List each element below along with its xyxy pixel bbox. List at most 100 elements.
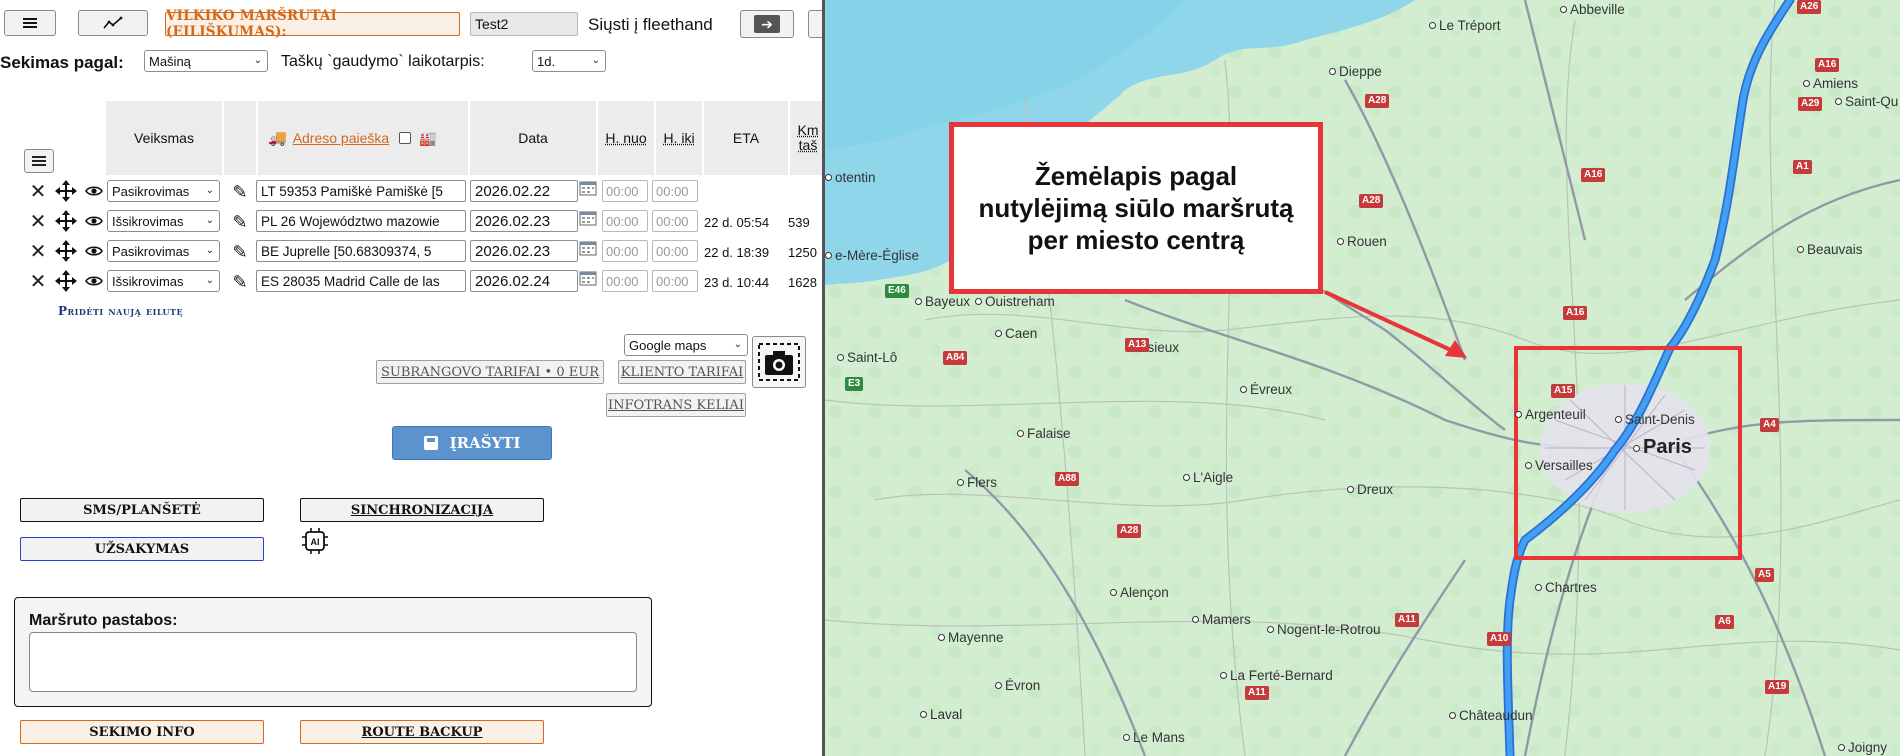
- action-value: Pasikrovimas: [112, 183, 190, 199]
- time-from-input[interactable]: 00:00: [602, 210, 648, 232]
- infotrans-roads-button[interactable]: INFOTRANS KELIAI: [606, 393, 746, 417]
- edit-pencil-icon[interactable]: ✎: [226, 210, 254, 234]
- date-input[interactable]: 2026.02.23: [470, 210, 578, 232]
- city-label: Argenteuil: [1515, 407, 1586, 422]
- save-button[interactable]: ĮRAŠYTI: [392, 426, 552, 460]
- date-input[interactable]: 2026.02.22: [470, 180, 578, 202]
- action-select[interactable]: Išsikrovimas ⌄: [107, 210, 220, 232]
- address-input[interactable]: PL 26 Województwo mazowie: [256, 210, 466, 232]
- move-row-icon[interactable]: [54, 269, 78, 293]
- period-select[interactable]: 1d. ⌄: [532, 50, 606, 72]
- time-from-input[interactable]: 00:00: [602, 240, 648, 262]
- road-shield: A29: [1798, 97, 1823, 111]
- delete-row-icon[interactable]: ✕: [26, 179, 50, 203]
- city-label: Bayeux: [915, 294, 970, 309]
- delete-row-icon[interactable]: ✕: [26, 269, 50, 293]
- time-to-input[interactable]: 00:00: [652, 240, 698, 262]
- action-select[interactable]: Išsikrovimas ⌄: [107, 270, 220, 292]
- delete-row-icon[interactable]: ✕: [26, 239, 50, 263]
- chevron-down-icon: ⌄: [253, 55, 262, 66]
- calendar-icon[interactable]: [578, 268, 598, 288]
- road-shield: E3: [845, 377, 864, 391]
- road-shield: A1: [1793, 160, 1812, 174]
- move-row-icon[interactable]: [54, 209, 78, 233]
- ai-chip-icon[interactable]: AI: [300, 526, 330, 556]
- time-to-input[interactable]: 00:00: [652, 270, 698, 292]
- address-input[interactable]: BE Juprelle [50.68309374, 5: [256, 240, 466, 262]
- table-menu-button[interactable]: [24, 149, 54, 173]
- chevron-down-icon: ⌄: [205, 215, 214, 226]
- header-to: H. iki: [656, 101, 702, 175]
- screenshot-button[interactable]: [752, 336, 806, 388]
- map-provider-select[interactable]: Google maps ⌄: [624, 334, 748, 356]
- move-row-icon[interactable]: [54, 179, 78, 203]
- date-input[interactable]: 2026.02.24: [470, 270, 578, 292]
- date-input[interactable]: 2026.02.23: [470, 240, 578, 262]
- calendar-icon[interactable]: [578, 238, 598, 258]
- calendar-icon[interactable]: [578, 178, 598, 198]
- action-select[interactable]: Pasikrovimas ⌄: [107, 180, 220, 202]
- header-blank: [224, 101, 256, 175]
- address-search-checkbox[interactable]: [399, 132, 412, 144]
- move-row-icon[interactable]: [54, 239, 78, 263]
- time-from-input[interactable]: 00:00: [602, 270, 648, 292]
- road-shield: A5: [1755, 568, 1774, 582]
- more-button[interactable]: [808, 10, 822, 38]
- action-value: Išsikrovimas: [112, 213, 184, 229]
- route-backup-button[interactable]: ROUTE BACKUP: [300, 720, 544, 744]
- city-label: Nogent-le-Rotrou: [1267, 622, 1381, 637]
- time-from-input[interactable]: 00:00: [602, 180, 648, 202]
- city-label: Alençon: [1110, 585, 1169, 600]
- road-shield: A16: [1581, 168, 1606, 182]
- address-search-link[interactable]: Adreso paieška: [293, 130, 390, 146]
- sync-button[interactable]: SINCHRONIZACIJA: [300, 498, 544, 522]
- eye-icon[interactable]: [82, 209, 106, 233]
- tracking-info-button[interactable]: SEKIMO INFO: [20, 720, 264, 744]
- tracking-by-value: Mašiną: [149, 53, 191, 69]
- route-notes-textarea[interactable]: [29, 632, 637, 692]
- time-to-input[interactable]: 00:00: [652, 180, 698, 202]
- edit-pencil-icon[interactable]: ✎: [226, 240, 254, 264]
- route-notes-label: Maršruto pastabos:: [29, 612, 178, 629]
- eye-icon[interactable]: [82, 179, 106, 203]
- road-shield: A28: [1365, 94, 1390, 108]
- city-label: Le Tréport: [1429, 18, 1501, 33]
- menu-button[interactable]: [4, 10, 56, 36]
- route-name-input[interactable]: Test2: [470, 12, 578, 36]
- edit-pencil-icon[interactable]: ✎: [226, 270, 254, 294]
- city-label: Saint-Qu: [1835, 94, 1898, 109]
- action-value: Išsikrovimas: [112, 273, 184, 289]
- chevron-down-icon: ⌄: [205, 245, 214, 256]
- city-label: L'Aigle: [1183, 470, 1233, 485]
- period-value: 1d.: [537, 53, 556, 69]
- road-shield: A11: [1395, 613, 1419, 627]
- chevron-down-icon: ⌄: [591, 55, 600, 66]
- warehouse-icon[interactable]: 🏭: [419, 130, 436, 146]
- time-to-input[interactable]: 00:00: [652, 210, 698, 232]
- edit-pencil-icon[interactable]: ✎: [226, 180, 254, 204]
- address-input[interactable]: ES 28035 Madrid Calle de las: [256, 270, 466, 292]
- map-view[interactable]: Žemėlapis pagal nutylėjimą siūlo maršrut…: [825, 0, 1900, 756]
- city-label: Mayenne: [938, 630, 1004, 645]
- truck-icon: 🚚: [268, 129, 287, 147]
- eye-icon[interactable]: [82, 239, 106, 263]
- add-row-link[interactable]: Pridėti naują eilutę: [58, 304, 183, 318]
- send-button[interactable]: ➔: [740, 10, 794, 38]
- action-select[interactable]: Pasikrovimas ⌄: [107, 240, 220, 262]
- calendar-icon[interactable]: [578, 208, 598, 228]
- road-shield: E46: [885, 284, 909, 298]
- tracking-by-select[interactable]: Mašiną ⌄: [144, 50, 268, 72]
- order-button[interactable]: UŽSAKYMAS: [20, 537, 264, 561]
- city-label: otentin: [825, 170, 876, 185]
- route-chart-button[interactable]: [78, 10, 148, 36]
- address-input[interactable]: LT 59353 Pamiškė Pamiškė [5: [256, 180, 466, 202]
- sms-tablet-button[interactable]: SMS/PLANŠETĖ: [20, 498, 264, 522]
- city-label: Versailles: [1525, 458, 1593, 473]
- client-tariffs-button[interactable]: KLIENTO TARIFAI: [618, 360, 746, 384]
- city-label: Abbeville: [1560, 2, 1625, 17]
- subcontractor-tariffs-button[interactable]: SUBRANGOVO TARIFAI • 0 EUR: [376, 360, 604, 384]
- city-label: Chartres: [1535, 580, 1597, 595]
- city-label: Évreux: [1240, 382, 1292, 397]
- eye-icon[interactable]: [82, 269, 106, 293]
- delete-row-icon[interactable]: ✕: [26, 209, 50, 233]
